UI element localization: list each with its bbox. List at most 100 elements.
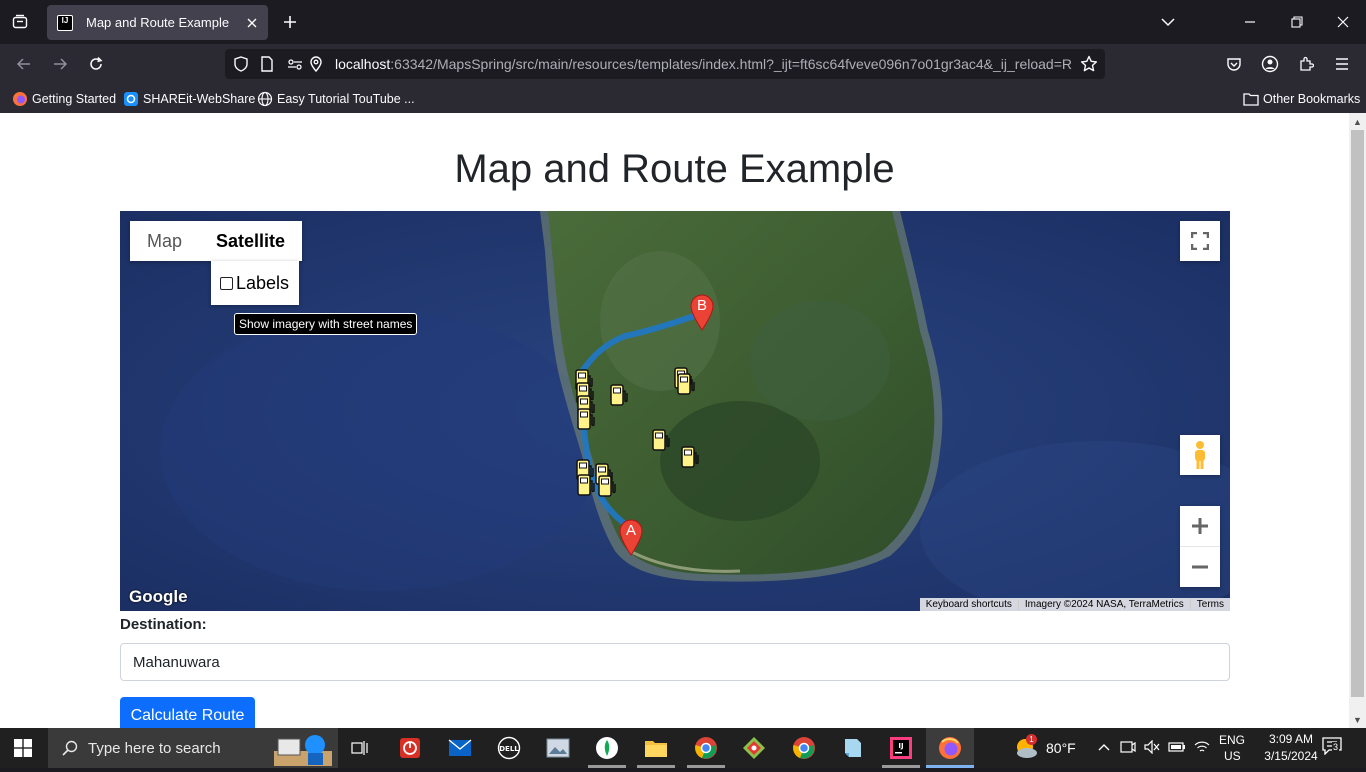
tab-list-icon[interactable] (8, 10, 32, 34)
page-title: Map and Route Example (454, 147, 895, 191)
fuel-station-icon[interactable] (597, 474, 617, 498)
file-explorer-icon[interactable] (642, 734, 670, 762)
pegman-icon (1195, 441, 1205, 469)
checkbox-icon[interactable] (220, 276, 233, 290)
scroll-thumb[interactable] (1351, 130, 1364, 697)
account-icon[interactable] (1258, 52, 1282, 76)
google-map[interactable]: B A Map Satellite Labels Show imagery wi… (120, 211, 1230, 611)
close-tab-icon[interactable] (240, 11, 264, 35)
globe-icon (257, 91, 273, 107)
url-bar[interactable]: localhost:63342/MapsSpring/src/main/reso… (225, 49, 1105, 79)
shield-icon[interactable] (233, 56, 249, 77)
route-marker-a[interactable]: A (618, 518, 644, 556)
permissions-icon[interactable] (287, 56, 303, 77)
close-window-icon[interactable] (1329, 8, 1357, 36)
fuel-station-icon[interactable] (609, 383, 629, 407)
svg-text:IJ: IJ (898, 742, 903, 750)
labels-checkbox[interactable]: Labels (211, 261, 299, 305)
intellij-icon[interactable]: IJ (887, 734, 915, 762)
scroll-down-icon[interactable]: ▼ (1349, 711, 1366, 728)
fuel-station-icon[interactable] (651, 428, 671, 452)
search-highlight-icon[interactable] (270, 731, 336, 768)
page-icon[interactable] (260, 56, 274, 77)
language-top[interactable]: ENG (1219, 733, 1245, 747)
url-text: localhost:63342/MapsSpring/src/main/reso… (335, 56, 1073, 72)
other-bookmarks[interactable]: Other Bookmarks (1243, 90, 1360, 108)
zoom-control (1180, 506, 1220, 587)
fuel-station-icon[interactable] (576, 407, 596, 431)
imagery-credit: Imagery ©2024 NASA, TerraMetrics (1017, 599, 1190, 610)
notepad-icon[interactable] (838, 734, 866, 762)
volume-muted-icon[interactable] (1144, 739, 1160, 757)
bookmark-easy-tutorial[interactable]: Easy Tutorial TouTube ... (257, 90, 415, 108)
chrome-icon[interactable] (790, 734, 818, 762)
back-icon[interactable] (12, 52, 36, 76)
wifi-icon[interactable] (1194, 740, 1210, 757)
map-attribution: Keyboard shortcuts Imagery ©2024 NASA, T… (919, 598, 1230, 611)
clock-date[interactable]: 3/15/2024 (1255, 749, 1327, 763)
bookmark-getting-started[interactable]: Getting Started (12, 90, 116, 108)
chrome-profile-icon[interactable] (692, 734, 720, 762)
git-tool-icon[interactable] (740, 734, 768, 762)
zoom-in-button[interactable] (1180, 507, 1220, 547)
bookmark-star-icon[interactable] (1080, 55, 1098, 78)
folder-icon (1243, 91, 1259, 107)
shareit-icon (123, 91, 139, 107)
weather-temp[interactable]: 80°F (1046, 740, 1076, 756)
route-marker-b[interactable]: B (689, 293, 715, 331)
app-red-icon[interactable] (396, 734, 424, 762)
scroll-up-icon[interactable]: ▲ (1349, 113, 1366, 130)
map-type-satellite-button[interactable]: Satellite (199, 221, 302, 261)
location-pin-icon[interactable] (309, 56, 323, 77)
dell-icon[interactable]: DELL (495, 734, 523, 762)
fuel-station-icon[interactable] (576, 473, 596, 497)
reload-icon[interactable] (84, 52, 108, 76)
restore-icon[interactable] (1283, 8, 1311, 36)
taskbar-search[interactable]: Type here to search (48, 728, 338, 768)
keyboard-shortcuts-link[interactable]: Keyboard shortcuts (920, 599, 1018, 610)
mail-icon[interactable] (446, 734, 474, 762)
forward-icon[interactable] (48, 52, 72, 76)
show-hidden-icons-icon[interactable] (1098, 740, 1110, 754)
fuel-station-icon[interactable] (676, 372, 696, 396)
search-icon (62, 740, 78, 756)
bookmarks-toolbar: Getting Started SHAREit-WebShare Easy Tu… (0, 84, 1366, 113)
terms-link[interactable]: Terms (1189, 599, 1230, 610)
intellij-favicon-icon: IJ (57, 14, 73, 31)
pocket-icon[interactable] (1222, 52, 1246, 76)
menu-icon[interactable] (1330, 52, 1354, 76)
tab-title: Map and Route Example (86, 15, 230, 30)
destination-input[interactable] (120, 643, 1230, 681)
tab-bar: IJ Map and Route Example (0, 0, 1366, 44)
page-scrollbar[interactable]: ▲ ▼ (1349, 113, 1366, 728)
destination-label: Destination: (120, 616, 207, 633)
fullscreen-icon (1191, 232, 1209, 250)
google-logo[interactable]: Google (129, 587, 188, 607)
clock-time[interactable]: 3:09 AM (1259, 732, 1323, 746)
zoom-out-button[interactable] (1180, 547, 1220, 587)
language-bottom[interactable]: US (1224, 749, 1241, 763)
map-type-map-button[interactable]: Map (130, 221, 199, 261)
svg-text:DELL: DELL (499, 745, 519, 753)
firefox-taskbar-icon-active[interactable] (936, 734, 964, 762)
fuel-station-icon[interactable] (680, 445, 700, 469)
new-tab-icon[interactable] (278, 10, 302, 34)
fullscreen-button[interactable] (1180, 221, 1220, 261)
weather-badge: 1 (1026, 734, 1037, 745)
street-view-pegman-button[interactable] (1180, 435, 1220, 475)
minimize-icon[interactable] (1236, 8, 1264, 36)
windows-start-icon[interactable] (14, 739, 32, 757)
battery-icon[interactable] (1168, 740, 1186, 757)
extensions-icon[interactable] (1294, 52, 1318, 76)
firefox-icon (12, 91, 28, 107)
tab-active[interactable]: IJ Map and Route Example (47, 5, 268, 40)
list-all-tabs-icon[interactable] (1154, 8, 1182, 36)
calculate-route-button[interactable]: Calculate Route (120, 697, 255, 728)
weather-icon[interactable]: 1 (1012, 734, 1040, 762)
bookmark-shareit[interactable]: SHAREit-WebShare (123, 90, 255, 108)
notifications-icon[interactable]: 3 (1322, 737, 1346, 759)
task-view-icon[interactable] (346, 734, 374, 762)
photo-viewer-icon[interactable] (544, 734, 572, 762)
mongodb-icon[interactable] (593, 734, 621, 762)
meet-now-icon[interactable] (1120, 740, 1136, 757)
